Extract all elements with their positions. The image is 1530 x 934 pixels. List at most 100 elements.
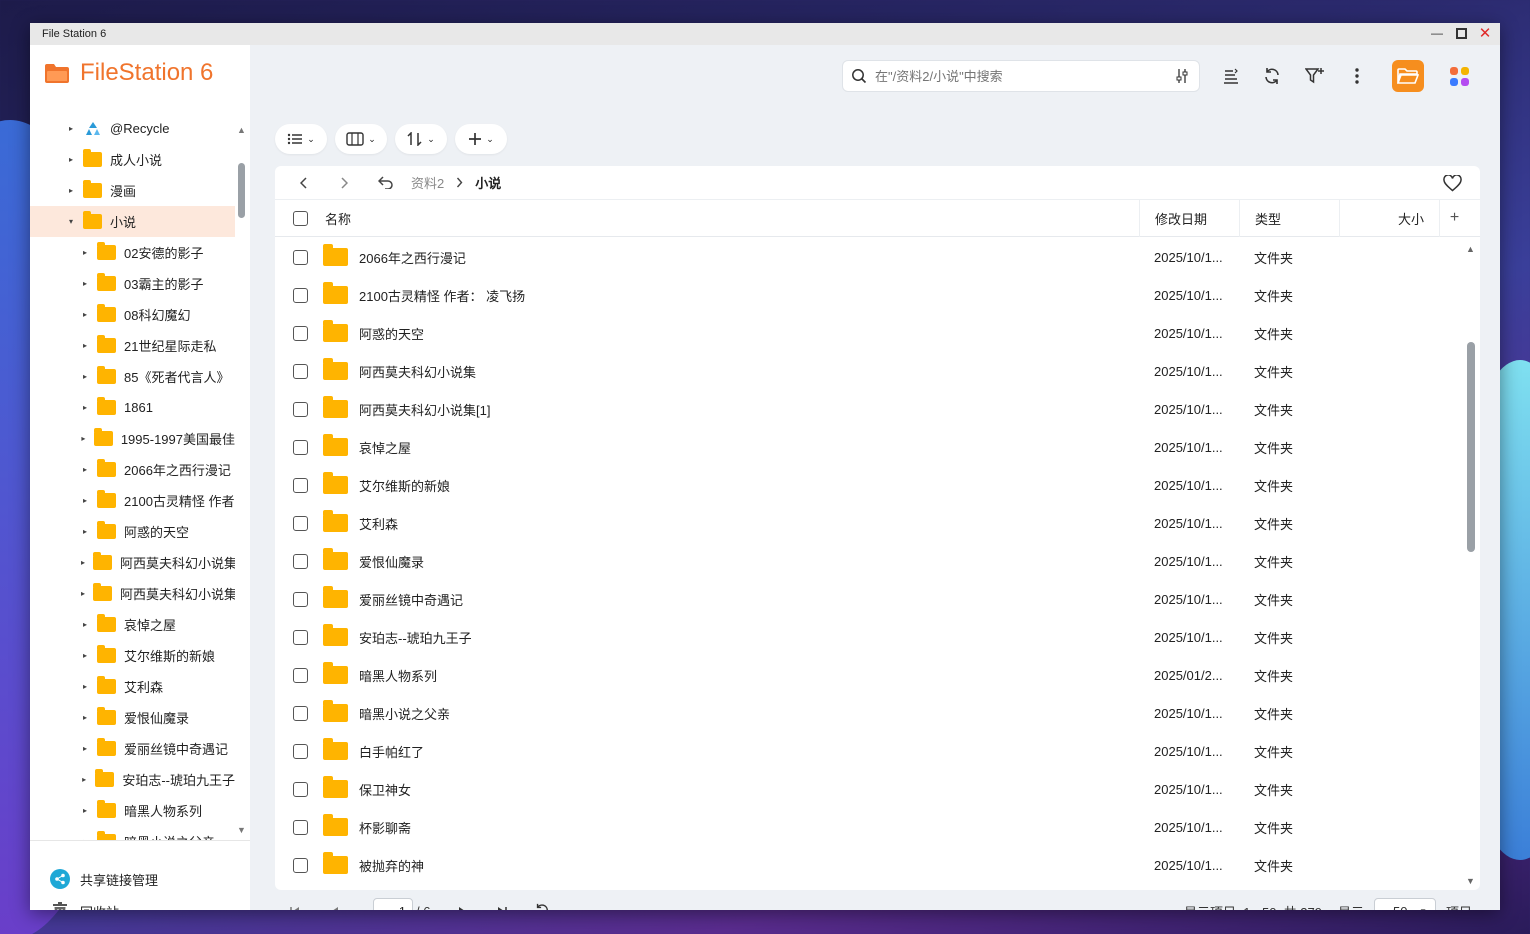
collapsed-triangle-icon[interactable]: ▸ <box>67 155 75 164</box>
file-name[interactable]: 暗黑人物系列 <box>359 666 437 685</box>
row-checkbox[interactable] <box>292 363 308 379</box>
row-checkbox[interactable] <box>292 781 308 797</box>
sort-button[interactable]: ⌄ <box>395 124 447 154</box>
tree-item[interactable]: ▾ 小说 <box>30 206 235 237</box>
column-header-date[interactable]: 修改日期 <box>1139 199 1239 237</box>
parent-folder-button[interactable] <box>369 166 403 200</box>
file-station-app-button[interactable] <box>1392 60 1424 92</box>
file-name[interactable]: 阿西莫夫科幻小说集[1] <box>359 400 490 419</box>
row-checkbox[interactable] <box>292 591 308 607</box>
scroll-up-icon[interactable]: ▲ <box>237 125 246 135</box>
collapsed-triangle-icon[interactable]: ▸ <box>81 310 89 319</box>
collapsed-triangle-icon[interactable]: ▸ <box>81 589 85 598</box>
minimize-button[interactable]: — <box>1430 26 1444 40</box>
file-name[interactable]: 爱恨仙魔录 <box>359 552 424 571</box>
table-row[interactable]: 阿西莫夫科幻小说集 2025/10/1... 文件夹 <box>275 352 1465 390</box>
column-header-name[interactable]: 名称 <box>325 209 1139 228</box>
expanded-triangle-icon[interactable]: ▾ <box>67 217 75 226</box>
collapsed-triangle-icon[interactable]: ▸ <box>81 682 89 691</box>
list-scrollbar[interactable]: ▲ ▼ <box>1466 244 1476 886</box>
row-checkbox[interactable] <box>292 667 308 683</box>
table-row[interactable]: 哀悼之屋 2025/10/1... 文件夹 <box>275 428 1465 466</box>
collapsed-triangle-icon[interactable]: ▸ <box>81 651 89 660</box>
table-row[interactable]: 暗黑人物系列 2025/01/2... 文件夹 <box>275 656 1465 694</box>
file-name[interactable]: 艾尔维斯的新娘 <box>359 476 450 495</box>
tree-scrollbar[interactable]: ▲ ▼ <box>235 125 247 837</box>
collapsed-triangle-icon[interactable]: ▸ <box>81 496 89 505</box>
row-checkbox[interactable] <box>292 819 308 835</box>
collapsed-triangle-icon[interactable]: ▸ <box>81 806 89 815</box>
collapsed-triangle-icon[interactable]: ▸ <box>81 341 89 350</box>
table-row[interactable]: 保卫神女 2025/10/1... 文件夹 <box>275 770 1465 808</box>
table-row[interactable]: 2066年之西行漫记 2025/10/1... 文件夹 <box>275 238 1465 276</box>
file-name[interactable]: 阿惑的天空 <box>359 324 424 343</box>
table-row[interactable]: 被抛弃的神 2025/10/1... 文件夹 <box>275 846 1465 884</box>
collapsed-triangle-icon[interactable]: ▸ <box>81 744 89 753</box>
row-checkbox[interactable] <box>292 857 308 873</box>
tree-item[interactable]: ▸ 阿惑的天空 <box>30 516 235 547</box>
row-checkbox[interactable] <box>292 705 308 721</box>
search-box[interactable] <box>842 60 1200 92</box>
tree-item[interactable]: ▸ 02安德的影子 <box>30 237 235 268</box>
row-checkbox[interactable] <box>292 743 308 759</box>
tree-item[interactable]: ▸ 85《死者代言人》 <box>30 361 235 392</box>
collapsed-triangle-icon[interactable]: ▸ <box>81 465 89 474</box>
apps-menu-button[interactable] <box>1443 60 1475 92</box>
scroll-up-icon[interactable]: ▲ <box>1466 244 1475 254</box>
file-name[interactable]: 保卫神女 <box>359 780 411 799</box>
row-checkbox[interactable] <box>292 629 308 645</box>
layout-view-button[interactable]: ⌄ <box>335 124 387 154</box>
last-page-button[interactable] <box>482 906 522 910</box>
collapsed-triangle-icon[interactable]: ▸ <box>81 434 86 443</box>
share-link-management[interactable]: 共享链接管理 <box>30 863 250 895</box>
row-checkbox[interactable] <box>292 515 308 531</box>
previous-page-button[interactable] <box>315 906 355 910</box>
file-name[interactable]: 杯影聊斋 <box>359 818 411 837</box>
collapsed-triangle-icon[interactable]: ▸ <box>81 248 89 257</box>
row-checkbox[interactable] <box>292 439 308 455</box>
tree-scroll-thumb[interactable] <box>238 163 245 218</box>
tree-item[interactable]: ▸ 阿西莫夫科幻小说集 <box>30 578 235 609</box>
file-name[interactable]: 2100古灵精怪 作者： 凌飞扬 <box>359 286 525 305</box>
tree-item[interactable]: ▸ 漫画 <box>30 175 235 206</box>
collapsed-triangle-icon[interactable]: ▸ <box>81 403 89 412</box>
file-name[interactable]: 暗黑小说之父亲 <box>359 704 450 723</box>
table-row[interactable]: 爱恨仙魔录 2025/10/1... 文件夹 <box>275 542 1465 580</box>
add-filter-button[interactable] <box>1299 60 1331 92</box>
first-page-button[interactable] <box>275 906 315 910</box>
list-view-button[interactable]: ⌄ <box>275 124 327 154</box>
file-name[interactable]: 白手帕红了 <box>359 742 424 761</box>
tree-item[interactable]: ▸ 2100古灵精怪 作者 <box>30 485 235 516</box>
table-row[interactable]: 杯影聊斋 2025/10/1... 文件夹 <box>275 808 1465 846</box>
collapsed-triangle-icon[interactable]: ▸ <box>81 372 89 381</box>
table-row[interactable]: 白手帕红了 2025/10/1... 文件夹 <box>275 732 1465 770</box>
tree-item[interactable]: ▸ 03霸主的影子 <box>30 268 235 299</box>
row-checkbox[interactable] <box>292 287 308 303</box>
file-name[interactable]: 艾利森 <box>359 514 398 533</box>
tree-item[interactable]: ▸ 21世纪星际走私 <box>30 330 235 361</box>
tree-item[interactable]: ▸ 艾尔维斯的新娘 <box>30 640 235 671</box>
file-name[interactable]: 2066年之西行漫记 <box>359 248 466 267</box>
tree-item[interactable]: ▸ 1861 <box>30 392 235 423</box>
file-name[interactable]: 哀悼之屋 <box>359 438 411 457</box>
search-filter-icon[interactable] <box>1175 68 1189 84</box>
tree-item[interactable]: ▸ 暗黑人物系列 <box>30 795 235 826</box>
table-row[interactable]: 艾尔维斯的新娘 2025/10/1... 文件夹 <box>275 466 1465 504</box>
table-row[interactable]: 爱丽丝镜中奇遇记 2025/10/1... 文件夹 <box>275 580 1465 618</box>
table-row[interactable]: 2100古灵精怪 作者： 凌飞扬 2025/10/1... 文件夹 <box>275 276 1465 314</box>
table-row[interactable]: 安珀志--琥珀九王子 2025/10/1... 文件夹 <box>275 618 1465 656</box>
row-checkbox[interactable] <box>292 553 308 569</box>
next-page-button[interactable] <box>442 906 482 910</box>
back-button[interactable] <box>287 166 321 200</box>
file-name[interactable]: 被抛弃的神 <box>359 856 424 875</box>
table-row[interactable]: 暗黑小说之父亲 2025/10/1... 文件夹 <box>275 694 1465 732</box>
row-checkbox[interactable] <box>292 477 308 493</box>
collapsed-triangle-icon[interactable]: ▸ <box>67 124 75 133</box>
create-button[interactable]: ⌄ <box>455 124 507 154</box>
table-row[interactable]: 艾利森 2025/10/1... 文件夹 <box>275 504 1465 542</box>
items-per-page-select[interactable]: 50 ▼ <box>1373 898 1436 910</box>
file-name[interactable]: 安珀志--琥珀九王子 <box>359 628 472 647</box>
column-header-type[interactable]: 类型 <box>1239 199 1339 237</box>
row-checkbox[interactable] <box>292 325 308 341</box>
forward-button[interactable] <box>327 166 361 200</box>
